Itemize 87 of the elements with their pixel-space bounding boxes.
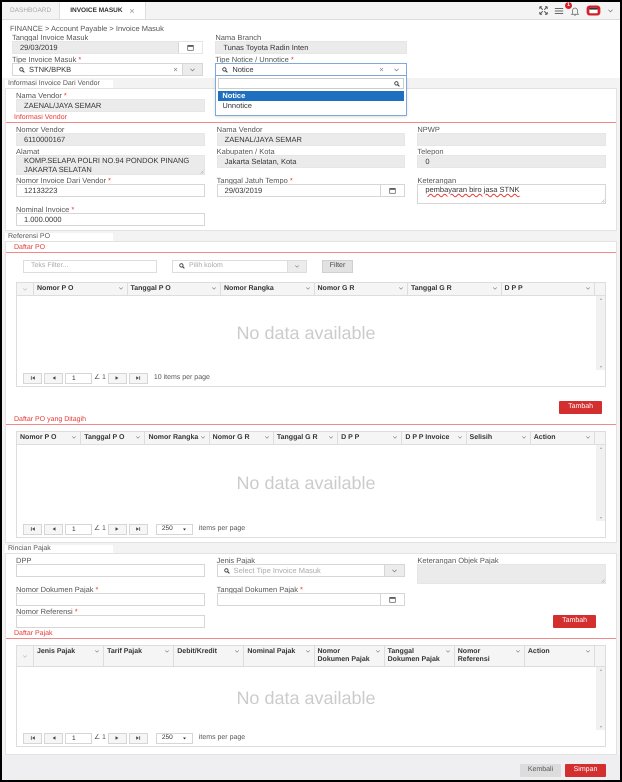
last-page-button[interactable] [128, 372, 148, 384]
first-page-button[interactable] [23, 372, 42, 384]
chevron-down-icon [328, 434, 334, 440]
text-field[interactable] [417, 133, 606, 146]
scroll-down-icon [598, 516, 602, 520]
chevron-down-icon [607, 7, 614, 14]
clear-icon [173, 67, 178, 72]
chevron-down-icon [514, 648, 521, 654]
date-field[interactable] [216, 593, 406, 606]
chevron-down-icon [391, 567, 398, 574]
scrollbar[interactable] [596, 296, 605, 370]
scroll-down-icon [598, 365, 602, 369]
scroll-down-icon [598, 725, 602, 729]
first-page-icon [30, 526, 36, 532]
chevron-down-icon [585, 285, 591, 291]
previous-page-icon [50, 375, 56, 381]
resize-grip-icon [600, 198, 605, 203]
first-page-button[interactable] [23, 732, 42, 744]
calendar-button[interactable] [178, 42, 202, 53]
next-page-button[interactable] [108, 524, 127, 534]
last-page-icon [135, 375, 142, 381]
chevron-down-icon [520, 434, 527, 440]
bell-icon [570, 6, 580, 16]
chevron-down-icon [200, 434, 206, 440]
next-page-icon [114, 526, 120, 532]
previous-page-button[interactable] [44, 524, 63, 534]
scrollbar[interactable] [596, 445, 605, 521]
chevron-down-icon [392, 434, 398, 440]
chevron-down-icon [234, 648, 240, 654]
scrollbar[interactable] [596, 667, 605, 730]
search-icon [394, 80, 400, 86]
last-page-button[interactable] [128, 732, 148, 744]
previous-page-icon [50, 735, 56, 741]
calendar-icon [187, 44, 194, 51]
chevron-down-icon [294, 263, 300, 269]
resize-grip-icon [600, 578, 605, 583]
chevron-down-icon [304, 285, 310, 291]
previous-page-button[interactable] [44, 732, 63, 744]
expand-icon [539, 6, 548, 15]
chevron-down-icon [585, 648, 591, 654]
chevron-down-icon [398, 285, 404, 291]
last-page-icon [135, 735, 142, 741]
resize-grip-icon [198, 169, 204, 174]
chevron-down-icon [164, 648, 170, 654]
chevron-down-icon [22, 286, 28, 292]
last-page-button[interactable] [128, 524, 148, 534]
chevron-down-icon [584, 434, 591, 440]
dropdown-triangle-icon [182, 526, 187, 532]
text-field[interactable] [16, 564, 205, 577]
search-icon [224, 568, 230, 574]
search-icon [179, 263, 185, 269]
clear-icon [378, 67, 384, 72]
first-page-icon [30, 735, 36, 741]
calendar-icon [389, 187, 396, 194]
previous-page-icon [50, 526, 56, 532]
calendar-icon [389, 596, 396, 603]
last-page-icon [135, 526, 142, 532]
chevron-down-icon [135, 434, 142, 440]
chevron-down-icon [22, 653, 28, 659]
chevron-down-icon [304, 648, 310, 654]
first-page-button[interactable] [23, 524, 42, 534]
chevron-down-icon [492, 285, 498, 291]
next-page-icon [114, 375, 120, 381]
chevron-down-icon [189, 66, 196, 73]
chevron-down-icon [374, 648, 381, 654]
next-page-icon [114, 735, 120, 741]
menu-icon [554, 6, 564, 16]
dropdown-triangle-icon [182, 736, 187, 740]
chevron-down-icon [118, 285, 124, 291]
chevron-down-icon [264, 434, 270, 440]
text-field[interactable] [16, 615, 205, 628]
chevron-down-icon [456, 434, 463, 440]
close-icon [128, 8, 135, 14]
text-field[interactable] [16, 593, 205, 606]
chevron-down-icon [94, 648, 100, 654]
account-icon [586, 5, 601, 16]
chevron-down-icon [211, 285, 217, 291]
search-icon [222, 66, 228, 72]
next-page-button[interactable] [108, 372, 127, 384]
search-icon [19, 66, 25, 72]
dropdown-search-field[interactable] [218, 78, 404, 89]
first-page-icon [30, 375, 36, 381]
chevron-down-icon [444, 648, 451, 654]
next-page-button[interactable] [108, 732, 127, 744]
chevron-down-icon [393, 66, 400, 73]
chevron-down-icon [71, 434, 78, 440]
previous-page-button[interactable] [44, 372, 63, 384]
